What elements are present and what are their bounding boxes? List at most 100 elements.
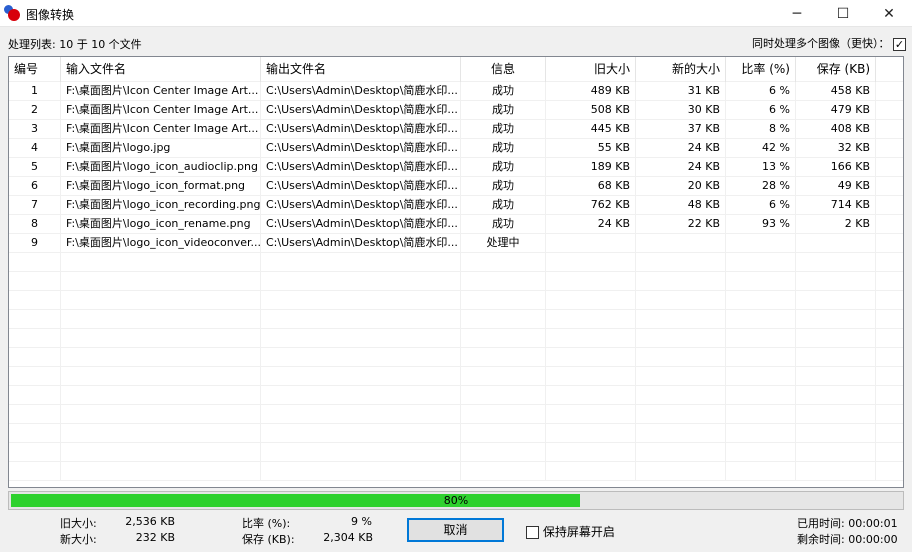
- old-size-label: 旧大小:: [60, 517, 97, 530]
- table-cell: 成功: [461, 215, 546, 234]
- progress-bar: 80%: [8, 491, 904, 510]
- table-cell: 408 KB: [796, 120, 876, 139]
- table-cell: [876, 253, 903, 272]
- table-cell: 1: [9, 82, 61, 101]
- table-cell: [9, 310, 61, 329]
- table-cell: [636, 462, 726, 481]
- table-row[interactable]: 3 F:\桌面图片\Icon Center Image Art... C:\User…: [9, 120, 903, 139]
- table-cell: [61, 329, 261, 348]
- table-cell: [796, 253, 876, 272]
- table-cell: [9, 253, 61, 272]
- table-cell: [546, 405, 636, 424]
- empty-row: [9, 386, 903, 405]
- table-cell: [726, 291, 796, 310]
- table-cell: [876, 139, 903, 158]
- table-cell: 24 KB: [546, 215, 636, 234]
- column-header[interactable]: 输入文件名: [61, 57, 261, 82]
- keep-screen-option[interactable]: 保持屏幕开启: [526, 523, 615, 540]
- table-cell: [261, 462, 461, 481]
- table-cell: 成功: [461, 158, 546, 177]
- table-cell: [876, 120, 903, 139]
- table-cell: [61, 310, 261, 329]
- table-cell: 5: [9, 158, 61, 177]
- table-cell: 49 KB: [796, 177, 876, 196]
- table-cell: [876, 291, 903, 310]
- table-row[interactable]: 8 F:\桌面图片\logo_icon_rename.png C:\Users\Ad…: [9, 215, 903, 234]
- table-cell: [636, 291, 726, 310]
- close-button[interactable]: ✕: [866, 0, 912, 27]
- minimize-button[interactable]: ─: [774, 0, 820, 27]
- concurrent-option[interactable]: 同时处理多个图像（更快）： ✓: [752, 35, 906, 51]
- table-cell: 成功: [461, 196, 546, 215]
- table-cell: [796, 272, 876, 291]
- table-cell: [9, 291, 61, 310]
- table-cell: 3: [9, 120, 61, 139]
- table-cell: [876, 329, 903, 348]
- remaining-value: 00:00:00: [848, 533, 898, 546]
- table-row[interactable]: 5 F:\桌面图片\logo_icon_audioclip.png C:\Users…: [9, 158, 903, 177]
- column-header[interactable]: 信息: [461, 57, 546, 82]
- table-cell: [796, 348, 876, 367]
- new-size-value: 232 KB: [135, 531, 175, 544]
- column-header[interactable]: 比率 (%): [726, 57, 796, 82]
- table-cell: [796, 386, 876, 405]
- table-row[interactable]: 4 F:\桌面图片\logo.jpg C:\Users\Admin\Desktop\…: [9, 139, 903, 158]
- table-cell: 8 %: [726, 120, 796, 139]
- column-header[interactable]: [876, 57, 903, 82]
- column-header[interactable]: 旧大小: [546, 57, 636, 82]
- column-header[interactable]: 新的大小: [636, 57, 726, 82]
- table-cell: 166 KB: [796, 158, 876, 177]
- concurrent-checkbox[interactable]: ✓: [893, 37, 906, 51]
- empty-row: [9, 367, 903, 386]
- table-cell: [461, 367, 546, 386]
- table-cell: [261, 329, 461, 348]
- table-cell: 6: [9, 177, 61, 196]
- table-cell: [261, 253, 461, 272]
- table-cell: [876, 462, 903, 481]
- table-cell: [876, 367, 903, 386]
- table-cell: [636, 310, 726, 329]
- column-header[interactable]: 保存 (KB): [796, 57, 876, 82]
- column-header[interactable]: 输出文件名: [261, 57, 461, 82]
- table-cell: [796, 443, 876, 462]
- table-cell: 22 KB: [636, 215, 726, 234]
- table-cell: F:\桌面图片\logo_icon_recording.png: [61, 196, 261, 215]
- empty-row: [9, 424, 903, 443]
- table-cell: [9, 367, 61, 386]
- cancel-button[interactable]: 取消: [407, 518, 504, 542]
- table-cell: [546, 367, 636, 386]
- table-cell: [546, 443, 636, 462]
- table-cell: 714 KB: [796, 196, 876, 215]
- table-cell: 445 KB: [546, 120, 636, 139]
- table-cell: 37 KB: [636, 120, 726, 139]
- title-bar: 图像转换 ─ ☐ ✕: [0, 0, 912, 27]
- table-cell: [546, 234, 636, 253]
- table-cell: [726, 405, 796, 424]
- table-cell: C:\Users\Admin\Desktop\简鹿水印...: [261, 158, 461, 177]
- table-cell: [9, 424, 61, 443]
- table-cell: 成功: [461, 177, 546, 196]
- empty-row: [9, 310, 903, 329]
- table-cell: [61, 348, 261, 367]
- table-cell: 处理中: [461, 234, 546, 253]
- table-cell: [726, 272, 796, 291]
- file-table[interactable]: 编号 输入文件名 输出文件名 信息 旧大小 新的大小 比率 (%) 保存 (KB) 1 F:\桌…: [8, 56, 904, 488]
- concurrent-label: 同时处理多个图像（更快）：: [752, 37, 890, 50]
- table-cell: [876, 310, 903, 329]
- table-cell: [461, 329, 546, 348]
- column-header[interactable]: 编号: [9, 57, 61, 82]
- table-cell: 31 KB: [636, 82, 726, 101]
- table-cell: 成功: [461, 139, 546, 158]
- table-row[interactable]: 2 F:\桌面图片\Icon Center Image Art... C:\User…: [9, 101, 903, 120]
- empty-row: [9, 253, 903, 272]
- empty-row: [9, 291, 903, 310]
- table-row[interactable]: 9 F:\桌面图片\logo_icon_videoconver... C:\User…: [9, 234, 903, 253]
- keep-screen-checkbox[interactable]: [526, 526, 539, 539]
- table-row[interactable]: 6 F:\桌面图片\logo_icon_format.png C:\Users\Ad…: [9, 177, 903, 196]
- maximize-button[interactable]: ☐: [820, 0, 866, 27]
- table-cell: 55 KB: [546, 139, 636, 158]
- ratio-value: 9 %: [351, 515, 372, 528]
- table-row[interactable]: 7 F:\桌面图片\logo_icon_recording.png C:\Users…: [9, 196, 903, 215]
- table-cell: [636, 253, 726, 272]
- table-row[interactable]: 1 F:\桌面图片\Icon Center Image Art... C:\User…: [9, 82, 903, 101]
